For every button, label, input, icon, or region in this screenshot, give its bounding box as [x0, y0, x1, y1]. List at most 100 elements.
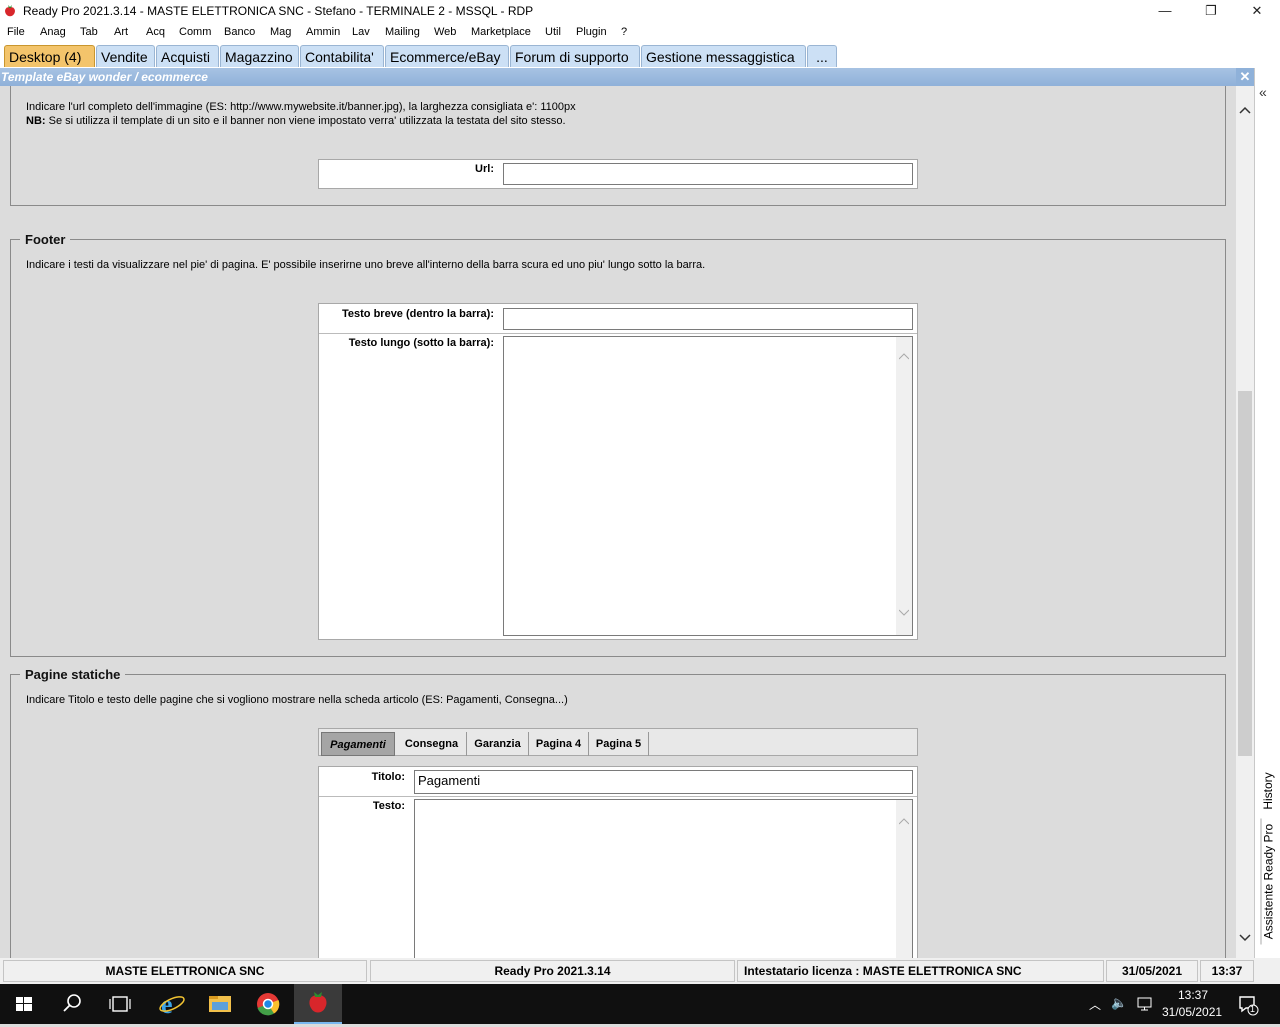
- assistant-tab[interactable]: Assistente Ready Pro: [1260, 818, 1276, 945]
- separator: [319, 796, 917, 797]
- status-date: 31/05/2021: [1106, 960, 1198, 982]
- menu-plugin[interactable]: Plugin: [576, 26, 607, 38]
- tab-contabilita[interactable]: Contabilita': [300, 45, 384, 67]
- template-editor: Indicare l'url completo dell'immagine (E…: [0, 86, 1236, 958]
- maximize-button[interactable]: ❐: [1188, 0, 1234, 22]
- tab-more[interactable]: ...: [807, 45, 837, 67]
- page-text-label: Testo:: [372, 800, 405, 812]
- tab-vendite[interactable]: Vendite: [96, 45, 155, 67]
- footer-legend: Footer: [20, 232, 71, 247]
- page-tab-garanzia[interactable]: Garanzia: [467, 732, 529, 756]
- minimize-button[interactable]: —: [1142, 0, 1188, 22]
- page-tab-pagina-4[interactable]: Pagina 4: [529, 732, 589, 756]
- menu-tab[interactable]: Tab: [80, 26, 98, 38]
- page-tab-pagina-5[interactable]: Pagina 5: [589, 732, 649, 756]
- page-tabs: Pagamenti Consegna Garanzia Pagina 4 Pag…: [318, 728, 918, 756]
- history-tab[interactable]: History: [1261, 766, 1275, 816]
- close-button[interactable]: ✕: [1234, 0, 1280, 22]
- tab-ecommerce-ebay[interactable]: Ecommerce/eBay: [385, 45, 509, 67]
- url-label: Url:: [475, 163, 494, 175]
- menu-help[interactable]: ?: [621, 26, 627, 38]
- scroll-up-icon[interactable]: [899, 818, 909, 825]
- menu-ammin[interactable]: Ammin: [306, 26, 340, 38]
- strawberry-app-icon: [5, 5, 15, 17]
- chrome-icon[interactable]: [244, 984, 292, 1024]
- menu-file[interactable]: File: [7, 26, 25, 38]
- short-text-label: Testo breve (dentro la barra):: [342, 308, 494, 320]
- page-title-label: Titolo:: [371, 771, 405, 783]
- menu-banco[interactable]: Banco: [224, 26, 255, 38]
- menu-mag[interactable]: Mag: [270, 26, 291, 38]
- task-view-icon[interactable]: [96, 984, 144, 1024]
- volume-icon[interactable]: 🔈: [1111, 995, 1127, 1011]
- menu-marketplace[interactable]: Marketplace: [471, 26, 531, 38]
- banner-form: Url:: [318, 159, 918, 189]
- status-time: 13:37: [1200, 960, 1254, 982]
- nb-label: NB:: [26, 115, 46, 127]
- windows-start-icon[interactable]: [0, 984, 48, 1024]
- tab-gestione-messaggistica[interactable]: Gestione messaggistica: [641, 45, 806, 67]
- page-title-input[interactable]: Pagamenti: [414, 770, 913, 794]
- textarea-scrollbar[interactable]: [896, 337, 912, 635]
- scroll-up-icon[interactable]: [899, 353, 909, 360]
- collapse-icon[interactable]: «: [1259, 84, 1267, 100]
- notifications-icon[interactable]: [1238, 994, 1260, 1016]
- side-panel: « History Assistente Ready Pro: [1254, 68, 1280, 958]
- menu-mailing[interactable]: Mailing: [385, 26, 420, 38]
- status-company: MASTE ELETTRONICA SNC: [3, 960, 367, 982]
- url-input[interactable]: [503, 163, 913, 185]
- menu-lav[interactable]: Lav: [352, 26, 370, 38]
- menu-anag[interactable]: Anag: [40, 26, 66, 38]
- status-version: Ready Pro 2021.3.14: [370, 960, 735, 982]
- separator: [319, 333, 917, 334]
- tab-magazzino[interactable]: Magazzino: [220, 45, 299, 67]
- menu-comm[interactable]: Comm: [179, 26, 211, 38]
- tray-expand-icon[interactable]: ︿: [1089, 996, 1101, 1013]
- panel-close-button[interactable]: ✕: [1236, 68, 1254, 86]
- menu-acq[interactable]: Acq: [146, 26, 165, 38]
- banner-description: Indicare l'url completo dell'immagine (E…: [26, 101, 576, 113]
- window-title: Ready Pro 2021.3.14 - MASTE ELETTRONICA …: [23, 4, 534, 18]
- menu-web[interactable]: Web: [434, 26, 456, 38]
- static-pages-description: Indicare Titolo e testo delle pagine che…: [26, 694, 568, 706]
- search-icon[interactable]: [48, 984, 96, 1024]
- scrollbar-thumb[interactable]: [1238, 391, 1252, 756]
- page-tab-consegna[interactable]: Consegna: [397, 732, 467, 756]
- menu-bar: File Anag Tab Art Acq Comm Banco Mag Amm…: [0, 22, 1280, 43]
- tab-desktop[interactable]: Desktop (4): [4, 45, 95, 67]
- clock-date[interactable]: 31/05/2021: [1162, 1005, 1222, 1019]
- textarea-scrollbar[interactable]: [896, 800, 912, 958]
- clock-time[interactable]: 13:37: [1178, 988, 1208, 1002]
- banner-note: NB: Se si utilizza il template di un sit…: [26, 115, 566, 127]
- page-tab-pagamenti[interactable]: Pagamenti: [321, 732, 395, 756]
- footer-description: Indicare i testi da visualizzare nel pie…: [26, 259, 706, 271]
- menu-util[interactable]: Util: [545, 26, 561, 38]
- status-bar: MASTE ELETTRONICA SNC Ready Pro 2021.3.1…: [0, 958, 1280, 984]
- scroll-up-icon[interactable]: [1239, 106, 1251, 114]
- page-form: Titolo: Pagamenti Testo:: [318, 766, 918, 958]
- main-scrollbar[interactable]: [1236, 86, 1254, 958]
- title-bar: Ready Pro 2021.3.14 - MASTE ELETTRONICA …: [0, 0, 1280, 22]
- ready-pro-taskbar-button[interactable]: [294, 984, 342, 1024]
- short-text-input[interactable]: [503, 308, 913, 330]
- strawberry-app-icon: [309, 992, 327, 1013]
- internet-explorer-icon[interactable]: e: [148, 984, 196, 1024]
- banner-note-text: Se si utilizza il template di un sito e …: [48, 115, 566, 127]
- tab-forum-di-supporto[interactable]: Forum di supporto: [510, 45, 640, 67]
- scroll-down-icon[interactable]: [1239, 934, 1251, 942]
- static-pages-legend: Pagine statiche: [20, 667, 126, 682]
- notifications-count: 1: [1250, 1004, 1256, 1014]
- page-text-area[interactable]: [414, 799, 913, 958]
- long-text-area[interactable]: [503, 336, 913, 636]
- scroll-down-icon[interactable]: [899, 609, 909, 616]
- long-text-label: Testo lungo (sotto la barra):: [348, 337, 494, 349]
- module-tabs: Desktop (4) Vendite Acquisti Magazzino C…: [0, 43, 1280, 68]
- menu-art[interactable]: Art: [114, 26, 128, 38]
- footer-form: Testo breve (dentro la barra): Testo lun…: [318, 303, 918, 640]
- network-icon[interactable]: [1136, 996, 1154, 1012]
- file-explorer-icon[interactable]: [196, 984, 244, 1024]
- status-license: Intestatario licenza : MASTE ELETTRONICA…: [737, 960, 1104, 982]
- tab-acquisti[interactable]: Acquisti: [156, 45, 219, 67]
- panel-title: Template eBay wonder / ecommerce: [0, 68, 1254, 86]
- windows-taskbar: e ︿ 🔈 13:37 31/05/2021 1: [0, 984, 1280, 1024]
